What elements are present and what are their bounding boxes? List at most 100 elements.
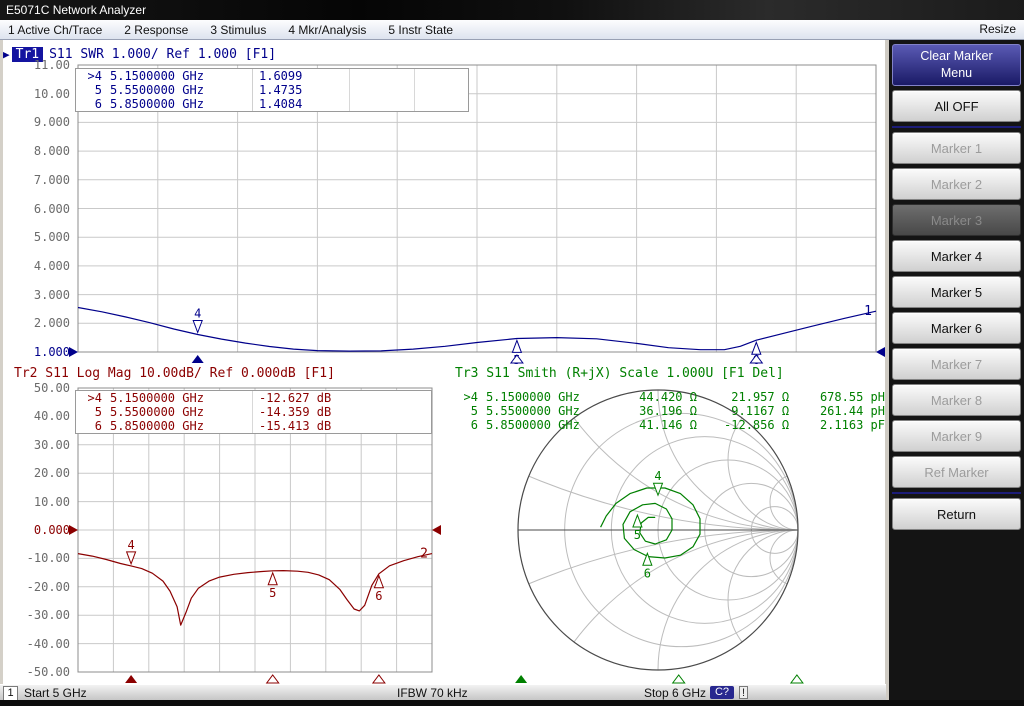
- y-axis-label: 9.000: [8, 115, 70, 129]
- channel-number-box: 1: [3, 686, 18, 701]
- marker-table-cell: [349, 83, 414, 97]
- marker-table-row: >45.1500000 GHz1.6099: [76, 69, 468, 83]
- y-axis-label: 30.00: [8, 438, 70, 452]
- marker-number: 6: [375, 589, 382, 603]
- y-axis-label: 0.000: [8, 523, 70, 537]
- marker-glyph[interactable]: [633, 515, 642, 527]
- bottom-strip: [0, 700, 1024, 706]
- smith-reactance-arc: [98, 530, 886, 684]
- marker-table-cell: 9.1167 Ω: [697, 404, 789, 418]
- y-axis-label: 3.000: [8, 288, 70, 302]
- marker-table-cell: 5.8500000 GHz: [102, 97, 252, 111]
- softkey-separator: [892, 492, 1021, 494]
- marker-number: 4: [127, 538, 134, 552]
- ref-level-arrow-right: [876, 347, 885, 357]
- marker-glyph[interactable]: [654, 483, 663, 495]
- marker-table-cell: 21.957 Ω: [697, 390, 789, 404]
- marker-table-cell: 5.5500000 GHz: [102, 405, 252, 419]
- softkey-buttons: All OFF Marker 1 Marker 2 Marker 3 Marker 4 M…: [892, 90, 1021, 530]
- menu-item-1[interactable]: 1 Active Ch/Trace: [8, 23, 102, 37]
- marker-stimulus-active: [192, 355, 204, 363]
- trace-number: 2: [420, 547, 428, 562]
- alert-indicator: !: [739, 686, 748, 699]
- softkey-return[interactable]: Return: [892, 498, 1021, 530]
- marker-number: 4: [194, 306, 201, 320]
- y-axis-label: 50.00: [8, 381, 70, 395]
- marker-table-row: >45.1500000 GHz-12.627 dB: [76, 391, 431, 405]
- softkey-marker-1[interactable]: Marker 1: [892, 132, 1021, 164]
- marker-table-cell: 44.420 Ω: [609, 390, 697, 404]
- marker-table-row: 65.8500000 GHz41.146 Ω-12.856 Ω2.1163 pF: [453, 418, 885, 432]
- marker-glyph[interactable]: [268, 573, 277, 585]
- smith-reactance-arc: [98, 40, 886, 530]
- y-axis-label: 10.00: [8, 87, 70, 101]
- marker-stimulus: [791, 675, 803, 683]
- softkey-marker-7[interactable]: Marker 7: [892, 348, 1021, 380]
- trace-number: 1: [864, 304, 872, 319]
- menu-item-3[interactable]: 3 Stimulus: [210, 23, 266, 37]
- marker-table-row: >45.1500000 GHz44.420 Ω21.957 Ω678.55 pH: [453, 390, 885, 404]
- tr3-header: Tr3 S11 Smith (R+jX) Scale 1.000U [F1 De…: [455, 366, 784, 381]
- marker-table-row: 55.5500000 GHz36.196 Ω9.1167 Ω261.44 pH: [453, 404, 885, 418]
- ref-level-arrow-left: [69, 525, 78, 535]
- marker-stimulus-active: [125, 675, 137, 683]
- marker-table-cell: [349, 97, 414, 111]
- marker-stimulus: [673, 675, 685, 683]
- softkey-marker-9[interactable]: Marker 9: [892, 420, 1021, 452]
- marker-glyph[interactable]: [193, 320, 202, 332]
- y-axis-label: -40.00: [8, 637, 70, 651]
- marker-glyph[interactable]: [512, 340, 521, 352]
- marker-table-cell: 1.4084: [252, 97, 349, 111]
- y-axis-label: -20.00: [8, 580, 70, 594]
- softkey-separator: [892, 126, 1021, 128]
- marker-table-cell: 5.1500000 GHz: [102, 69, 252, 83]
- marker-number: 5: [634, 528, 641, 542]
- softkey-ref-marker[interactable]: Ref Marker: [892, 456, 1021, 488]
- softkey-marker-8[interactable]: Marker 8: [892, 384, 1021, 416]
- marker-table-cell: [414, 97, 468, 111]
- window-title: E5071C Network Analyzer: [6, 3, 146, 17]
- y-axis-label: 8.000: [8, 144, 70, 158]
- marker-glyph[interactable]: [127, 552, 136, 564]
- menu-item-2[interactable]: 2 Response: [124, 23, 188, 37]
- menu-item-4[interactable]: 4 Mkr/Analysis: [288, 23, 366, 37]
- menu-item-5[interactable]: 5 Instr State: [388, 23, 453, 37]
- marker-table-cell: -12.856 Ω: [697, 418, 789, 432]
- resize-menu-item[interactable]: Resize: [979, 20, 1016, 39]
- softkey-all-off[interactable]: All OFF: [892, 90, 1021, 122]
- start-frequency-label: Start 5 GHz: [24, 686, 87, 700]
- smith-reactance-arc: [518, 530, 886, 684]
- trace-line: [601, 488, 700, 558]
- marker-table-cell: 2.1163 pF: [789, 418, 885, 432]
- marker-table-cell: 6: [76, 419, 102, 433]
- marker-table-cell: >4: [453, 390, 478, 404]
- softkey-marker-2[interactable]: Marker 2: [892, 168, 1021, 200]
- marker-table-row: 55.5500000 GHz1.4735: [76, 83, 468, 97]
- marker-table-cell: 678.55 pH: [789, 390, 885, 404]
- smith-reactance-arc: [518, 40, 886, 530]
- marker-table-cell: 41.146 Ω: [609, 418, 697, 432]
- softkey-marker-4[interactable]: Marker 4: [892, 240, 1021, 272]
- marker-table-row: 55.5500000 GHz-14.359 dB: [76, 405, 431, 419]
- marker-glyph[interactable]: [374, 576, 383, 588]
- marker-table-cell: 6: [453, 418, 478, 432]
- softkey-menu-title-line2: Menu: [941, 65, 972, 82]
- marker-table-cell: >4: [76, 69, 102, 83]
- status-bar: 1 Start 5 GHz IFBW 70 kHz Stop 6 GHz C? …: [0, 684, 886, 700]
- menu-bar: 1 Active Ch/Trace 2 Response 3 Stimulus 4 M…: [0, 20, 1024, 40]
- y-axis-label: 1.000: [8, 345, 70, 359]
- softkey-marker-3[interactable]: Marker 3: [892, 204, 1021, 236]
- app-window: E5071C Network Analyzer 1 Active Ch/Trac…: [0, 0, 1024, 706]
- marker-table-cell: 5.5500000 GHz: [102, 83, 252, 97]
- marker-table-cell: -14.359 dB: [252, 405, 431, 419]
- y-axis-label: 6.000: [8, 202, 70, 216]
- softkey-marker-6[interactable]: Marker 6: [892, 312, 1021, 344]
- correction-status-badge: C?: [710, 686, 734, 699]
- softkey-marker-5[interactable]: Marker 5: [892, 276, 1021, 308]
- stop-frequency-label: Stop 6 GHz: [644, 686, 706, 700]
- marker-table-row: 65.8500000 GHz1.4084: [76, 97, 468, 111]
- y-axis-label: 10.00: [8, 495, 70, 509]
- menu-bar-items: 1 Active Ch/Trace 2 Response 3 Stimulus 4 M…: [0, 23, 453, 37]
- marker-table-cell: 261.44 pH: [789, 404, 885, 418]
- marker-table-cell: 6: [76, 97, 102, 111]
